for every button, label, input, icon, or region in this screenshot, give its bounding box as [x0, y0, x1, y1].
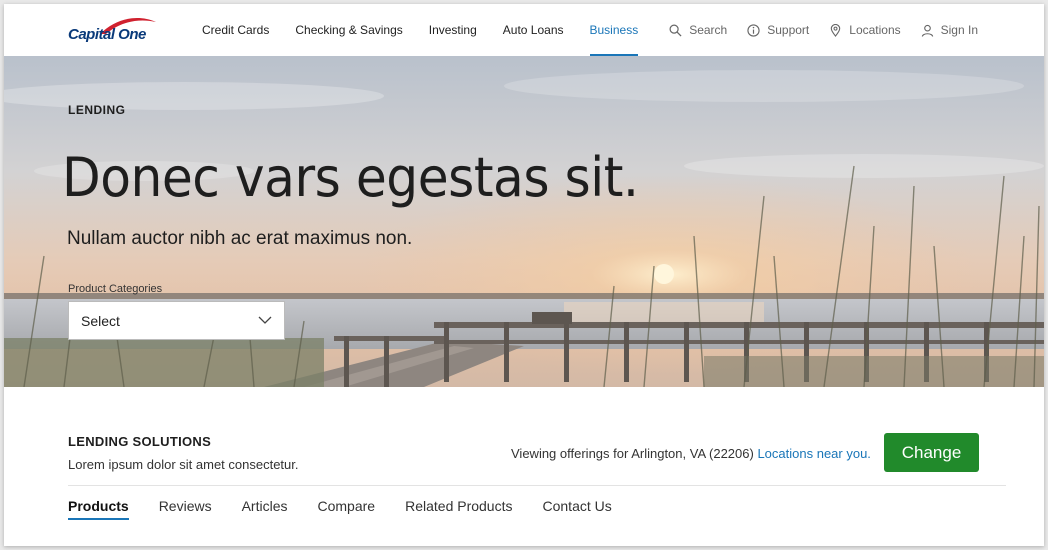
top-navigation: Capital One Credit Cards Checking & Savi… — [4, 4, 1044, 56]
support-link[interactable]: Support — [747, 23, 809, 37]
nav-link-investing[interactable]: Investing — [429, 4, 477, 56]
change-location-button[interactable]: Change — [884, 433, 979, 472]
section-description: Lorem ipsum dolor sit amet consectetur. — [68, 457, 299, 472]
info-circle-icon — [747, 23, 760, 37]
user-icon — [921, 24, 933, 37]
sign-in-link[interactable]: Sign In — [921, 23, 978, 37]
select-value: Select — [81, 313, 120, 329]
tab-articles[interactable]: Articles — [242, 498, 288, 520]
nav-link-auto-loans[interactable]: Auto Loans — [503, 4, 564, 56]
tab-compare[interactable]: Compare — [318, 498, 376, 520]
tab-contact-us[interactable]: Contact Us — [543, 498, 612, 520]
capital-one-logo[interactable]: Capital One — [68, 16, 158, 46]
hero-title: Donec vars egestas sit. — [62, 146, 639, 209]
product-categories-select[interactable]: Select — [68, 301, 285, 340]
map-pin-icon — [831, 23, 841, 37]
page-frame: Capital One Credit Cards Checking & Savi… — [4, 4, 1044, 546]
tab-products[interactable]: Products — [68, 498, 129, 520]
support-label: Support — [767, 23, 810, 37]
locations-near-you-link[interactable]: Locations near you. — [757, 446, 870, 461]
logo-text: Capital One — [68, 26, 146, 43]
sign-in-label: Sign In — [940, 23, 978, 37]
viewing-location-text: Viewing offerings for Arlington, VA (222… — [511, 446, 871, 461]
hero-eyebrow: LENDING — [68, 103, 126, 117]
tab-reviews[interactable]: Reviews — [159, 498, 212, 520]
primary-nav: Credit Cards Checking & Savings Investin… — [202, 4, 664, 56]
hero-banner: LENDING Donec vars egestas sit. Nullam a… — [4, 56, 1044, 387]
locations-link[interactable]: Locations — [829, 23, 901, 37]
chevron-down-icon — [258, 316, 272, 324]
search-label: Search — [689, 23, 728, 37]
nav-link-checking-savings[interactable]: Checking & Savings — [295, 4, 402, 56]
section-divider — [68, 485, 1006, 486]
hero-subtitle: Nullam auctor nibh ac erat maximus non. — [67, 228, 413, 249]
section-tabs: Products Reviews Articles Compare Relate… — [68, 498, 642, 520]
section-title: LENDING SOLUTIONS — [68, 434, 212, 449]
viewing-location-label: Viewing offerings for Arlington, VA (222… — [511, 446, 754, 461]
nav-link-business[interactable]: Business — [589, 4, 638, 56]
product-categories-label: Product Categories — [68, 283, 163, 295]
locations-label: Locations — [849, 23, 901, 37]
tab-related-products[interactable]: Related Products — [405, 498, 512, 520]
search-link[interactable]: Search — [669, 23, 727, 37]
search-icon — [669, 24, 682, 37]
nav-link-credit-cards[interactable]: Credit Cards — [202, 4, 269, 56]
utility-nav: Search Support Locations Sign In — [649, 4, 978, 56]
lending-solutions-section: LENDING SOLUTIONS Lorem ipsum dolor sit … — [4, 387, 1044, 546]
